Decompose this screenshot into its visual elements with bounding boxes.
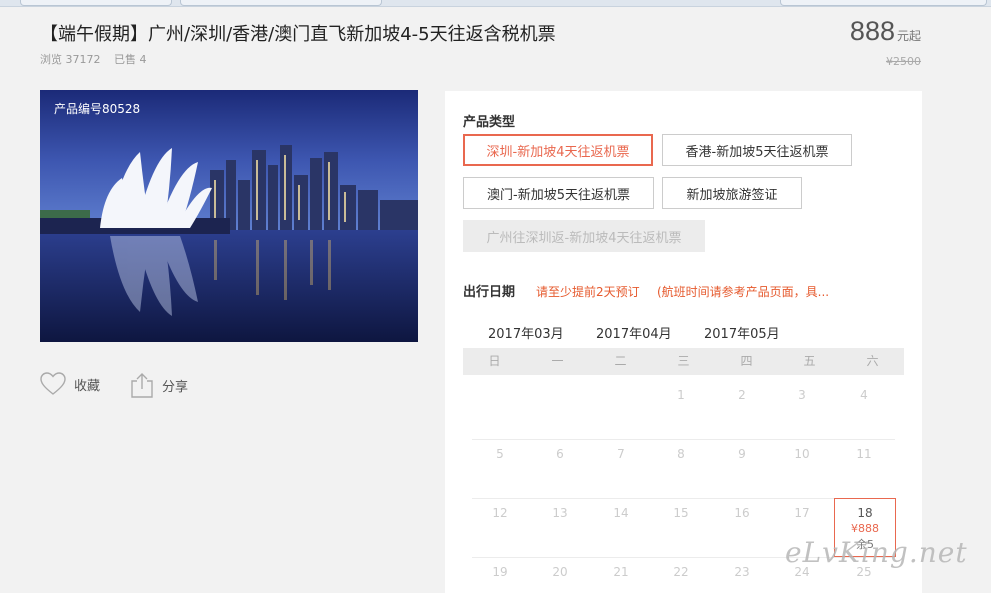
browser-tab[interactable] xyxy=(180,0,382,6)
product-type-option[interactable]: 香港-新加坡5天往返机票 xyxy=(662,134,852,166)
calendar-day: 10 xyxy=(794,447,810,461)
watermark: eLvKing.net xyxy=(785,536,968,569)
singapore-skyline-image xyxy=(40,90,418,342)
calendar-day: 21 xyxy=(613,565,629,579)
calendar-day: 22 xyxy=(673,565,689,579)
calendar-row-divider xyxy=(472,498,895,499)
browser-top-strip xyxy=(0,0,991,7)
calendar-day-number: 18 xyxy=(857,506,873,520)
product-type-option[interactable]: 澳门-新加坡5天往返机票 xyxy=(463,177,654,209)
calendar-day: 1 xyxy=(677,388,685,402)
share-button[interactable]: 分享 xyxy=(130,372,188,398)
calendar-day: 11 xyxy=(856,447,872,461)
sold-count: 已售 4 xyxy=(114,53,147,66)
calendar-day: 15 xyxy=(673,506,689,520)
calendar-day: 9 xyxy=(738,447,746,461)
product-code: 产品编号80528 xyxy=(54,102,141,116)
calendar-day: 14 xyxy=(613,506,629,520)
calendar-day: 8 xyxy=(677,447,685,461)
weekday-label: 二 xyxy=(614,354,627,368)
favorite-button[interactable]: 收藏 xyxy=(40,372,100,396)
product-type-label: 产品类型 xyxy=(463,115,516,130)
calendar-day: 4 xyxy=(860,388,868,402)
calendar-day: 16 xyxy=(734,506,750,520)
product-stats: 浏览 37172 已售 4 xyxy=(40,51,157,67)
product-type-option[interactable]: 深圳-新加坡4天往返机票 xyxy=(463,134,653,166)
calendar-day: 17 xyxy=(794,506,810,520)
month-tab-march[interactable]: 2017年03月 xyxy=(478,323,574,351)
heart-icon xyxy=(40,372,66,395)
price-unit: 元起 xyxy=(896,29,921,43)
weekday-label: 一 xyxy=(551,354,564,368)
views-count: 浏览 37172 xyxy=(40,53,101,66)
calendar-day: 3 xyxy=(798,388,806,402)
departure-date-label: 出行日期 xyxy=(463,285,516,300)
share-label: 分享 xyxy=(162,379,189,395)
calendar-day-price: ¥888 xyxy=(851,522,879,535)
month-tab-may[interactable]: 2017年05月 xyxy=(694,323,790,348)
share-icon xyxy=(131,373,153,398)
favorite-label: 收藏 xyxy=(74,378,101,394)
browser-tab[interactable] xyxy=(20,0,172,6)
browser-tab[interactable] xyxy=(780,0,987,6)
calendar-day: 19 xyxy=(492,565,508,579)
calendar-day: 20 xyxy=(552,565,568,579)
weekday-label: 日 xyxy=(488,354,501,368)
calendar-day: 6 xyxy=(556,447,564,461)
flight-time-notice[interactable]: (航班时间请参考产品页面，具... xyxy=(657,283,829,300)
product-type-option[interactable]: 新加坡旅游签证 xyxy=(662,177,802,209)
booking-panel: 产品类型 深圳-新加坡4天往返机票 香港-新加坡5天往返机票 澳门-新加坡5天往… xyxy=(445,91,922,593)
calendar-day: 7 xyxy=(617,447,625,461)
weekday-label: 五 xyxy=(803,354,816,368)
product-type-option-disabled: 广州往深圳返-新加坡4天往返机票 xyxy=(463,220,705,252)
calendar-row-divider xyxy=(472,439,895,440)
calendar-day: 12 xyxy=(492,506,508,520)
product-photo: 产品编号80528 xyxy=(40,90,418,342)
price-value: 888 xyxy=(849,16,895,46)
month-tab-april[interactable]: 2017年04月 xyxy=(586,323,682,348)
weekday-label: 六 xyxy=(866,354,879,368)
weekday-label: 四 xyxy=(740,354,753,368)
product-title: 【端午假期】广州/深圳/香港/澳门直飞新加坡4-5天往返含税机票 xyxy=(40,24,556,45)
original-price: ¥2500 xyxy=(886,55,921,68)
calendar-day: 5 xyxy=(496,447,504,461)
calendar-day: 13 xyxy=(552,506,568,520)
calendar-day: 2 xyxy=(738,388,746,402)
price-block: 888 元起 xyxy=(850,16,921,47)
weekday-header: 日 一 二 三 四 五 六 xyxy=(463,348,904,375)
weekday-label: 三 xyxy=(677,354,690,368)
calendar-day: 23 xyxy=(734,565,750,579)
booking-notice: 请至少提前2天预订 xyxy=(536,285,640,299)
